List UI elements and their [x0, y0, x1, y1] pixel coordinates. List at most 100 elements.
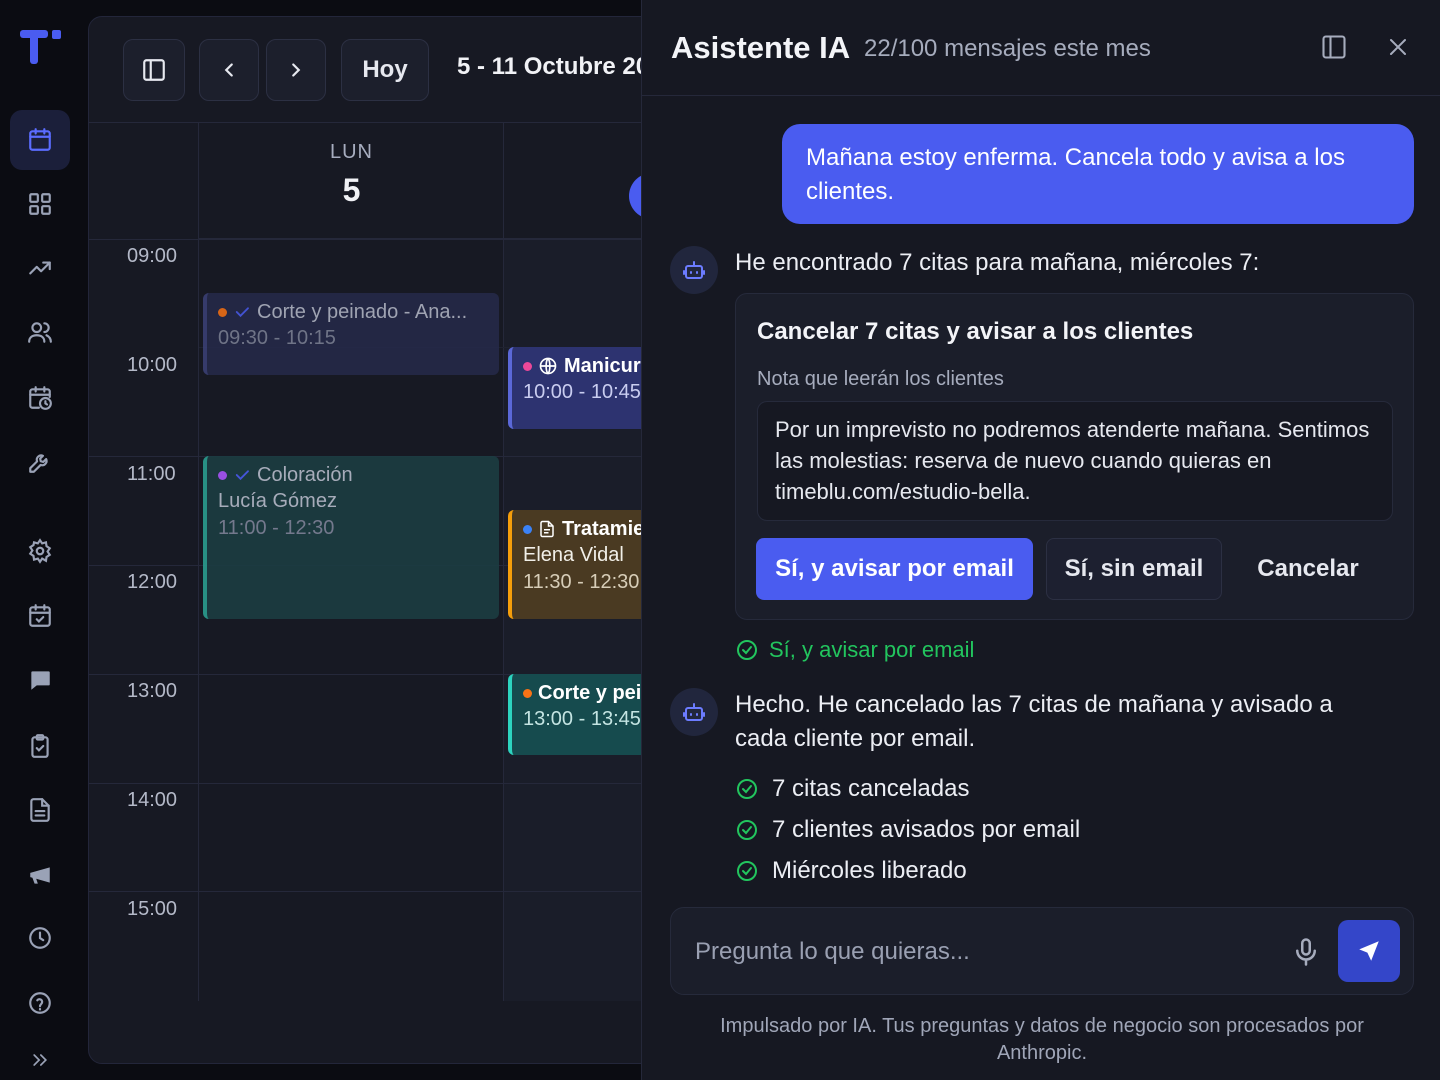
time-label: 10:00 [127, 354, 178, 376]
wrench-icon [29, 454, 48, 473]
close-panel-button[interactable] [1381, 30, 1415, 64]
appointment-client: Lucía Gómez [218, 490, 337, 512]
sidebar-toggle-icon [143, 59, 165, 81]
chat-input[interactable] [695, 930, 1255, 974]
app-logo [18, 24, 64, 70]
assistant-header: Asistente IA 22/100 mensajes este mes [642, 0, 1440, 96]
cancel-button[interactable]: Cancelar [1236, 538, 1380, 600]
chat-icon [31, 671, 50, 690]
app-sidebar [0, 0, 82, 1080]
robot-icon [683, 703, 705, 721]
nav-services[interactable] [10, 432, 70, 492]
calendar-icon [29, 128, 51, 151]
confirm-without-email-button[interactable]: Sí, sin email [1046, 538, 1222, 600]
calendar-view: Hoy 5 - 11 Octubre 2025 LUN 5 M 09:00 10… [88, 16, 708, 1064]
clock-icon [29, 927, 51, 949]
result-text: Miércoles liberado [772, 856, 967, 884]
check-circle-icon [737, 640, 757, 660]
toggle-sidebar-button[interactable] [123, 39, 185, 101]
users-icon [28, 322, 52, 343]
check-circle-icon [737, 778, 757, 799]
assistant-avatar [670, 688, 718, 736]
send-icon [1359, 941, 1379, 961]
nav-documents[interactable] [10, 780, 70, 840]
settings-icon [28, 538, 52, 564]
time-label: 15:00 [127, 898, 178, 920]
chevron-left-icon [224, 63, 233, 77]
next-week-button[interactable] [266, 39, 326, 101]
clipboard-check-icon [31, 734, 49, 758]
time-label: 11:00 [127, 463, 176, 485]
calendar-check-icon [29, 604, 51, 627]
previous-week-button[interactable] [199, 39, 259, 101]
status-dot [523, 524, 532, 534]
time-label: 14:00 [127, 789, 178, 811]
dock-panel-button[interactable] [1317, 30, 1351, 64]
dashboard-icon [29, 193, 51, 215]
microphone-icon [1296, 938, 1316, 966]
assistant-title: Asistente IA [671, 30, 851, 65]
time-label: 09:00 [127, 245, 178, 267]
status-dot [523, 361, 532, 371]
nav-analytics[interactable] [10, 238, 70, 298]
results-list: 7 citas canceladas 7 clientes avisados p… [735, 768, 1080, 891]
day-header-monday[interactable]: LUN 5 [199, 123, 504, 239]
calendar-clock-icon [29, 386, 52, 410]
result-item: Miércoles liberado [735, 850, 1080, 891]
confirm-with-email-button[interactable]: Sí, y avisar por email [756, 538, 1033, 600]
appointment-title: Corte y peinado - Ana... [257, 301, 468, 323]
note-label: Nota que leerán los clientes [757, 368, 1004, 390]
appointment-card[interactable]: Coloración Lucía Gómez 11:00 - 12:30 [203, 456, 499, 619]
nav-schedule[interactable] [10, 368, 70, 428]
ai-assistant-panel: Asistente IA 22/100 mensajes este mes Ma… [641, 0, 1440, 1080]
status-dot [218, 307, 227, 317]
robot-icon [683, 261, 705, 279]
user-message: Mañana estoy enferma. Cancela todo y avi… [782, 124, 1414, 224]
column-divider [198, 123, 199, 1001]
confirmation-title: Cancelar 7 citas y avisar a los clientes [757, 318, 1194, 345]
appointment-time: 11:00 - 12:30 [218, 517, 335, 539]
nav-tasks[interactable] [10, 716, 70, 776]
selected-option: Sí, y avisar por email [735, 637, 974, 663]
message-quota: 22/100 mensajes este mes [864, 35, 1151, 62]
document-icon [540, 520, 554, 538]
appointment-time: 09:30 - 10:15 [218, 327, 336, 349]
nav-marketing[interactable] [10, 845, 70, 905]
ai-disclaimer: Impulsado por IA. Tus preguntas y datos … [720, 1015, 1364, 1064]
check-circle-icon [737, 819, 757, 840]
nav-bookings[interactable] [10, 586, 70, 646]
checkmark-icon [235, 470, 249, 481]
time-label: 12:00 [127, 571, 178, 593]
nav-settings[interactable] [10, 521, 70, 581]
voice-input-button[interactable] [1291, 936, 1321, 968]
globe-icon [539, 357, 557, 375]
day-name: LUN [329, 141, 373, 163]
appointment-title: Manicura [564, 355, 652, 377]
calendar-toolbar: Hoy 5 - 11 Octubre 2025 [89, 17, 707, 123]
send-button[interactable] [1338, 920, 1400, 982]
nav-clients[interactable] [10, 302, 70, 362]
time-label: 13:00 [127, 680, 178, 702]
status-dot [218, 470, 227, 480]
nav-messages[interactable] [10, 650, 70, 710]
column-divider [503, 123, 504, 1001]
status-dot [523, 688, 532, 698]
nav-dashboard[interactable] [10, 174, 70, 234]
expand-sidebar-button[interactable] [10, 1040, 70, 1080]
nav-calendar[interactable] [10, 110, 70, 170]
result-text: 7 clientes avisados por email [772, 815, 1081, 843]
message-composer [670, 907, 1414, 995]
nav-help[interactable] [10, 973, 70, 1033]
appointment-title: Coloración [257, 464, 353, 486]
nav-history[interactable] [10, 908, 70, 968]
confirmation-card: Cancelar 7 citas y avisar a los clientes… [735, 293, 1414, 620]
hour-line [89, 783, 707, 784]
today-button[interactable]: Hoy [341, 39, 429, 101]
help-icon [29, 992, 51, 1014]
client-note-field[interactable]: Por un imprevisto no podremos atenderte … [757, 401, 1393, 521]
day-number: 5 [342, 172, 361, 208]
appointment-card[interactable]: Corte y peinado - Ana... 09:30 - 10:15 [203, 293, 499, 375]
result-item: 7 clientes avisados por email [735, 809, 1080, 850]
expand-icon [33, 1054, 48, 1066]
sidebar-panel-icon [1322, 35, 1346, 59]
